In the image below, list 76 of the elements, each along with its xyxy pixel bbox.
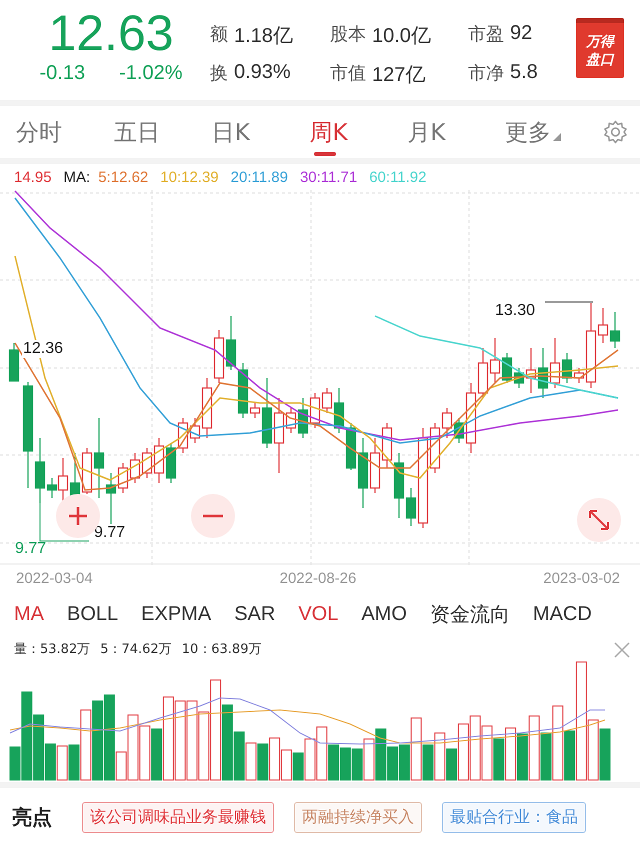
stat-value: 10.0亿: [372, 24, 431, 49]
date-label: 2023-03-02: [543, 570, 620, 586]
candle: [310, 393, 320, 428]
triangle-icon: [553, 133, 562, 141]
period-tab[interactable]: 日K: [212, 106, 310, 158]
volume-bar: [516, 734, 528, 780]
indicator-tab[interactable]: SAR: [234, 602, 276, 626]
volume-bar: [352, 748, 363, 780]
stat-value: 1.18亿: [234, 24, 293, 49]
stock-price: 12.63: [48, 6, 174, 60]
date-label: 2022-08-26: [280, 570, 356, 586]
stat-label: 股本: [330, 23, 366, 47]
minus-icon: [203, 514, 223, 518]
indicator-tab[interactable]: BOLL: [67, 602, 118, 626]
volume-bar: [257, 744, 268, 780]
candle: [370, 438, 380, 493]
indicator-tab[interactable]: VOL: [298, 602, 338, 626]
indicator-tab[interactable]: MACD: [532, 602, 592, 626]
ma-value: 5:12.62: [98, 168, 148, 186]
high-price-label: 13.30: [495, 302, 536, 320]
stat-value: 127亿: [372, 63, 426, 88]
ma-label: MA:: [64, 168, 90, 186]
wind-quote-button[interactable]: 万得 盘口: [576, 18, 624, 78]
volume-bar: [493, 738, 504, 780]
leader-line: [39, 503, 89, 543]
stat-value: 5.8: [510, 61, 538, 85]
candle: [130, 453, 140, 483]
volume-value: 10：63.89万: [182, 641, 262, 658]
highlights-title: 亮点: [12, 804, 52, 831]
highlight-tag[interactable]: 该公司调味品业务最赚钱: [82, 802, 274, 833]
percent-change: -1.02%: [119, 62, 182, 85]
period-tab[interactable]: 分时: [16, 106, 114, 158]
stat-label: 换: [210, 62, 228, 86]
stat-label: 市净: [468, 62, 504, 86]
volume-bar: [600, 728, 610, 780]
high-price-label: 14.95: [14, 168, 52, 186]
stat-label: 额: [210, 23, 228, 47]
ma-value: 60:11.92: [369, 168, 426, 186]
indicator-tab[interactable]: MA: [14, 602, 44, 626]
close-icon[interactable]: [614, 642, 630, 658]
leader-line: [545, 300, 593, 304]
highlight-tag[interactable]: 最贴合行业：食品: [442, 802, 586, 833]
ma-value: 20:11.89: [230, 168, 288, 186]
zoom-out-button[interactable]: [191, 494, 235, 538]
plus-icon: [68, 506, 88, 526]
stat-value: 0.93%: [234, 61, 291, 85]
stat-label: 市盈: [468, 23, 504, 47]
indicator-tab[interactable]: EXPMA: [141, 602, 212, 626]
ma-value: 30:11.71: [300, 168, 358, 186]
date-label: 2022-03-04: [16, 570, 93, 586]
ma-value: 10:12.39: [160, 168, 219, 186]
candle: [214, 330, 224, 383]
period-tab[interactable]: 周K: [310, 106, 408, 158]
stat-value: 92: [510, 22, 532, 46]
expand-arrows-icon: [588, 509, 610, 531]
candle: [166, 443, 176, 483]
volume-bar: [340, 748, 351, 780]
low-price-label: 9.77: [15, 540, 46, 558]
fullscreen-button[interactable]: [577, 498, 621, 542]
price-change: -0.13: [40, 62, 86, 85]
volume-value: 量：53.82万: [14, 641, 90, 658]
settings-icon[interactable]: [603, 119, 628, 145]
volume-value: 5：74.62万: [100, 641, 172, 658]
highlight-tag[interactable]: 两融持续净买入: [294, 802, 422, 833]
period-tab[interactable]: 五日: [114, 106, 212, 158]
period-tab[interactable]: 月K: [407, 106, 506, 158]
indicator-tab[interactable]: AMO: [361, 602, 407, 626]
candle: [226, 316, 236, 370]
stat-label: 市值: [330, 62, 366, 86]
price-label: 12.36: [22, 340, 64, 358]
candle: [178, 418, 188, 453]
candle: [538, 348, 548, 398]
indicator-tab[interactable]: 资金流向: [430, 600, 510, 628]
more-menu-button[interactable]: 更多: [505, 106, 604, 158]
candle: [8, 343, 20, 382]
candle: [610, 312, 620, 348]
